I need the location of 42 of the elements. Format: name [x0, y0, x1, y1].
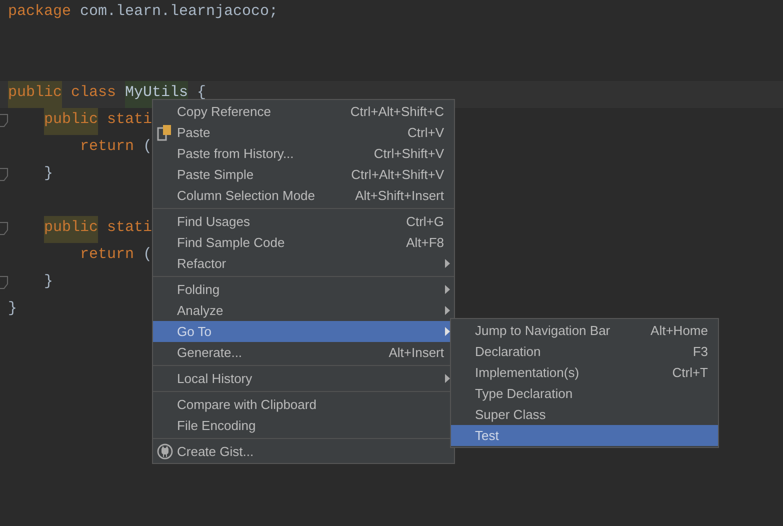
menu-item[interactable]: Find Usages Ctrl+G	[153, 211, 454, 232]
code-token: {	[196, 83, 206, 103]
code-token: class	[70, 83, 118, 103]
code-token: }	[44, 164, 54, 184]
fold-marker-icon[interactable]	[0, 114, 8, 127]
menu-item[interactable]: Create Gist...	[153, 441, 454, 462]
menu-item[interactable]: Paste Ctrl+V	[153, 122, 454, 143]
fold-marker-icon[interactable]	[0, 222, 8, 235]
code-token: (	[142, 137, 152, 157]
code-token: stati	[106, 110, 152, 130]
menu-item[interactable]: Analyze	[153, 300, 454, 321]
menu-item[interactable]: File Encoding	[153, 415, 454, 436]
menu-item[interactable]: Paste from History... Ctrl+Shift+V	[153, 143, 454, 164]
menu-item[interactable]: Compare with Clipboard	[153, 394, 454, 415]
clipboard-icon	[157, 124, 173, 141]
menu-item[interactable]: Declaration F3	[451, 341, 718, 362]
fold-marker-icon[interactable]	[0, 168, 8, 181]
code-token: public	[44, 216, 98, 243]
code-token: (	[142, 245, 152, 265]
code-token: }	[8, 299, 18, 319]
menu-item[interactable]: Folding	[153, 279, 454, 300]
code-token: public	[44, 108, 98, 135]
menu-item[interactable]: Type Declaration	[451, 383, 718, 404]
menu-item[interactable]: Jump to Navigation Bar Alt+Home	[451, 320, 718, 341]
code-token: return	[80, 137, 134, 157]
menu-item[interactable]: Test	[451, 425, 718, 446]
code-token: package	[8, 2, 72, 22]
menu-item[interactable]: Local History	[153, 368, 454, 389]
menu-item[interactable]: Generate... Alt+Insert	[153, 342, 454, 363]
cat-face-icon	[157, 443, 173, 460]
code-token: return	[80, 245, 134, 265]
fold-marker-icon[interactable]	[0, 276, 8, 289]
code-token: public	[8, 81, 62, 108]
menu-item[interactable]: Super Class	[451, 404, 718, 425]
code-token: stati	[106, 218, 152, 238]
code-token: com.learn.learnjacoco;	[79, 2, 278, 22]
menu-item[interactable]: Find Sample Code Alt+F8	[153, 232, 454, 253]
menu-item[interactable]: Column Selection Mode Alt+Shift+Insert	[153, 185, 454, 206]
code-token: }	[44, 272, 54, 292]
menu-item[interactable]: Refactor	[153, 253, 454, 274]
menu-item[interactable]: Paste Simple Ctrl+Alt+Shift+V	[153, 164, 454, 185]
menu-item[interactable]: Implementation(s) Ctrl+T	[451, 362, 718, 383]
